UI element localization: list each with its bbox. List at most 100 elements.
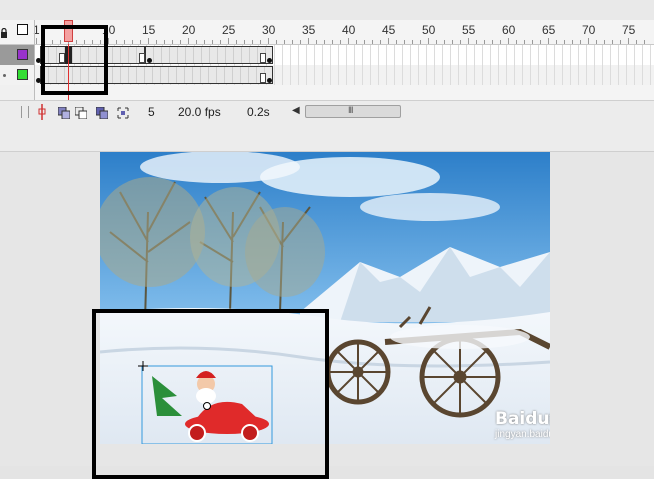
ruler-tick [252,40,253,44]
ruler-tick [348,38,349,44]
ruler-tick [316,40,317,44]
ruler-tick [36,38,37,44]
center-frame-icon[interactable] [38,104,46,120]
ruler-tick [588,38,589,44]
ruler-tick [300,40,301,44]
ruler-tick [260,40,261,44]
ruler-tick [548,38,549,44]
ruler-tick [452,40,453,44]
ruler-tick [580,40,581,44]
ruler-tick [108,38,109,44]
ruler-tick [156,40,157,44]
ruler-tick [396,40,397,44]
ruler-tick [244,40,245,44]
ruler-tick [604,40,605,44]
timeline-top-strip [0,0,654,21]
layer-2-keyframe-2[interactable] [267,78,272,83]
ruler-tick [188,38,189,44]
ruler-tick [268,38,269,44]
ruler-number: 25 [222,23,236,37]
layer-2-frame-end[interactable] [260,73,266,83]
ruler-tick [212,40,213,44]
ruler-tick [596,40,597,44]
layer-1-keyframe-3[interactable] [267,58,272,63]
ruler-tick [132,40,133,44]
layer-2-color-swatch[interactable] [17,69,28,80]
elapsed-time: 0.2s [247,105,270,119]
timeline-empty-area [35,85,654,100]
edit-multiple-frames-icon[interactable] [95,106,109,120]
ruler-tick [628,38,629,44]
ruler-tick [372,40,373,44]
ruler-number: 40 [342,23,356,37]
ruler-number: 70 [582,23,596,37]
layer-1-color-swatch[interactable] [17,49,28,60]
ruler-tick [140,40,141,44]
ruler-tick [228,38,229,44]
ruler-number: 55 [462,23,476,37]
ruler-tick [172,40,173,44]
onion-skin-icon[interactable] [57,106,71,120]
ruler-tick [284,40,285,44]
ruler-tick [636,40,637,44]
ruler-tick [508,38,509,44]
ruler-number: 75 [622,23,636,37]
ruler-tick [444,40,445,44]
ruler-number: 65 [542,23,556,37]
ruler-tick [364,40,365,44]
ruler-number: 20 [182,23,196,37]
ruler-tick [476,40,477,44]
layer-1-frame-end-b[interactable] [139,53,145,63]
ruler-tick [380,40,381,44]
stage-edit-bar [0,123,654,152]
timeline-horizontal-scrollbar[interactable]: III [305,105,401,118]
ruler-tick [412,40,413,44]
ruler-tick [484,40,485,44]
onion-skin-outlines-icon[interactable] [74,106,88,120]
ruler-tick [492,40,493,44]
ruler-tick [612,40,613,44]
timeline-status-bar: 5 20.0 fps 0.2s ◀ III [0,100,654,124]
lock-icon[interactable] [0,25,8,38]
ruler-tick [620,40,621,44]
scrollbar-thumb-grip[interactable]: III [348,105,353,115]
layer-1-keyframe-2[interactable] [147,58,152,63]
frame-rate[interactable]: 20.0 fps [178,105,221,119]
ruler-tick [276,40,277,44]
scroll-left-icon[interactable]: ◀ [292,105,300,116]
highlight-box-stage [92,309,329,479]
ruler-tick [236,40,237,44]
ruler-number: 45 [382,23,396,37]
layer-1-frame-end-c[interactable] [260,53,266,63]
modify-markers-icon[interactable] [117,106,129,119]
ruler-tick [164,40,165,44]
ruler-tick [196,40,197,44]
outline-icon[interactable] [17,24,28,35]
ruler-tick [356,40,357,44]
ruler-number: 50 [422,23,436,37]
ruler-tick [204,40,205,44]
ruler-tick [404,40,405,44]
ruler-tick [644,40,645,44]
baidu-watermark: Baidu经验 jingyan.baidu.com [495,404,550,444]
layer-2-dot-icon[interactable] [3,74,6,77]
ruler-tick [308,38,309,44]
ruler-tick [420,40,421,44]
ruler-tick [532,40,533,44]
timeline-panel: 151015202530354045505560657075 [0,0,654,100]
highlight-box-timeline [41,25,108,95]
ruler-number: 15 [142,23,156,37]
layer-1-span-b[interactable] [145,46,273,64]
ruler-tick [340,40,341,44]
ruler-tick [540,40,541,44]
ruler-tick [572,40,573,44]
ruler-tick [460,40,461,44]
current-frame-number: 5 [148,105,155,119]
ruler-tick [556,40,557,44]
ruler-tick [468,38,469,44]
ruler-number: 30 [262,23,276,37]
ruler-tick [116,40,117,44]
layer-header-divider [34,20,35,100]
ruler-tick [500,40,501,44]
baidu-url-text: jingyan.baidu.com [495,429,550,440]
